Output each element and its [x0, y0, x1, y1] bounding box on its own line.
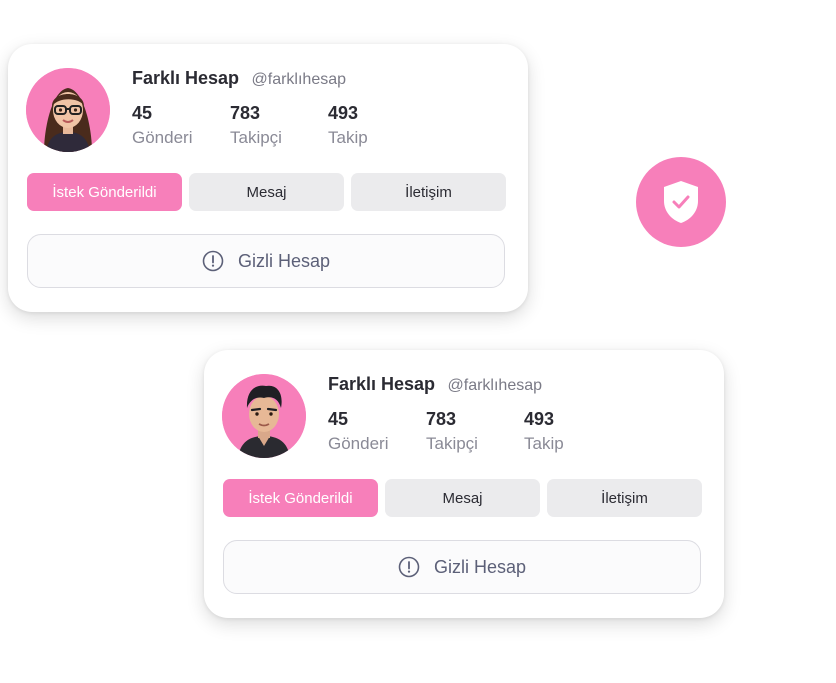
private-account-notice: Gizli Hesap	[223, 540, 701, 594]
stat-followers[interactable]: 783 Takipçi	[426, 408, 524, 456]
profile-header: Farklı Hesap @farklıhesap	[328, 374, 542, 395]
stat-followers-label: Takipçi	[426, 434, 478, 453]
profile-handle: @farklıhesap	[251, 71, 347, 88]
stat-posts[interactable]: 45 Gönderi	[328, 408, 426, 456]
contact-button[interactable]: İletişim	[351, 173, 506, 211]
profile-card: Farklı Hesap @farklıhesap 45 Gönderi 783…	[8, 44, 528, 312]
profile-actions: İstek Gönderildi Mesaj İletişim	[223, 479, 702, 517]
request-sent-button[interactable]: İstek Gönderildi	[27, 173, 182, 211]
profile-header: Farklı Hesap @farklıhesap	[132, 68, 346, 89]
profile-handle: @farklıhesap	[447, 377, 543, 394]
message-button[interactable]: Mesaj	[189, 173, 344, 211]
private-account-notice: Gizli Hesap	[27, 234, 505, 288]
stat-followers-value: 783	[426, 409, 457, 429]
stat-posts-label: Gönderi	[328, 434, 389, 453]
stat-following-value: 493	[328, 103, 359, 123]
stat-following-label: Takip	[524, 434, 564, 453]
stat-posts-value: 45	[328, 409, 349, 429]
profile-name[interactable]: Farklı Hesap	[132, 68, 239, 88]
private-account-label: Gizli Hesap	[237, 250, 331, 271]
private-account-label: Gizli Hesap	[433, 556, 527, 577]
stat-posts-value: 45	[132, 103, 153, 123]
stat-following-value: 493	[524, 409, 555, 429]
stat-following[interactable]: 493 Takip	[328, 102, 426, 150]
profile-card: Farklı Hesap @farklıhesap 45 Gönderi 783…	[204, 350, 724, 618]
female-avatar-icon[interactable]	[26, 68, 110, 152]
profile-actions: İstek Gönderildi Mesaj İletişim	[27, 173, 506, 211]
stat-following-label: Takip	[328, 128, 368, 147]
profile-stats: 45 Gönderi 783 Takipçi 493 Takip	[132, 102, 426, 150]
request-sent-button[interactable]: İstek Gönderildi	[223, 479, 378, 517]
message-button[interactable]: Mesaj	[385, 479, 540, 517]
stat-followers-value: 783	[230, 103, 261, 123]
stat-followers-label: Takipçi	[230, 128, 282, 147]
profile-name[interactable]: Farklı Hesap	[328, 374, 435, 394]
profile-stats: 45 Gönderi 783 Takipçi 493 Takip	[328, 408, 622, 456]
stat-following[interactable]: 493 Takip	[524, 408, 622, 456]
info-icon	[398, 556, 420, 578]
male-avatar-icon[interactable]	[222, 374, 306, 458]
contact-button[interactable]: İletişim	[547, 479, 702, 517]
info-icon	[202, 250, 224, 272]
stat-followers[interactable]: 783 Takipçi	[230, 102, 328, 150]
shield-check-icon	[636, 157, 726, 247]
stat-posts[interactable]: 45 Gönderi	[132, 102, 230, 150]
stat-posts-label: Gönderi	[132, 128, 193, 147]
